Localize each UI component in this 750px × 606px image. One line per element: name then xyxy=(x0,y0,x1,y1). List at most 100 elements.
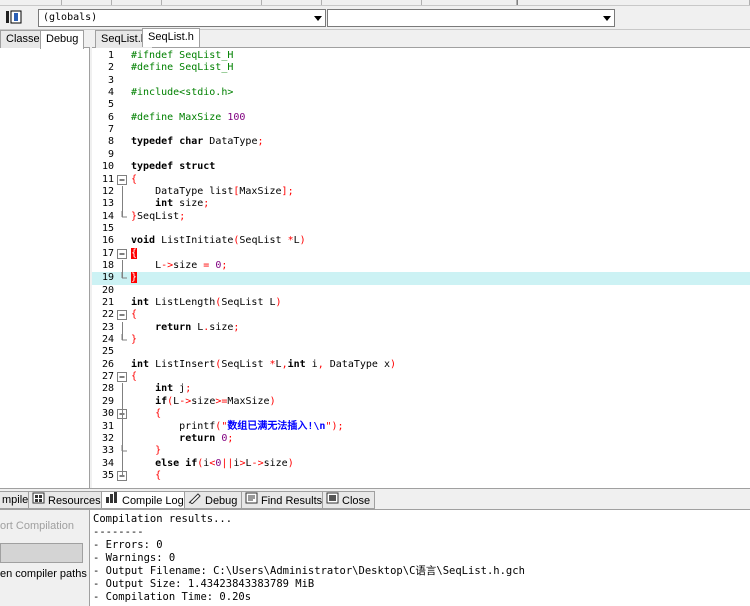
code-text: typedef char DataType; xyxy=(131,136,264,148)
code-line[interactable]: 11 { xyxy=(92,174,750,186)
code-line[interactable]: 23 return L.size; xyxy=(92,322,750,334)
code-line[interactable]: 1 #ifndef SeqList_H xyxy=(92,50,750,62)
code-line[interactable]: 31 printf("数组已满无法插入!\n"); xyxy=(92,421,750,433)
code-line[interactable]: 7 xyxy=(92,124,750,136)
line-number: 9 xyxy=(107,148,114,160)
code-text: #define SeqList_H xyxy=(131,62,234,74)
code-line[interactable]: 16 void ListInitiate(SeqList *L) xyxy=(92,235,750,247)
line-number: 17 xyxy=(101,247,114,259)
line-number: 35 xyxy=(101,469,114,481)
code-line[interactable]: 28 int j; xyxy=(92,383,750,395)
code-line[interactable]: 10 typedef struct xyxy=(92,161,750,173)
fold-guide xyxy=(122,259,123,279)
fold-guide xyxy=(122,420,123,452)
code-text: int size; xyxy=(155,198,210,210)
code-text: printf("数组已满无法插入!\n"); xyxy=(131,420,344,432)
toolbar-segment xyxy=(322,0,422,5)
fold-toggle-icon[interactable] xyxy=(116,174,128,186)
code-line[interactable]: 5 xyxy=(92,99,750,111)
code-line[interactable]: 20 xyxy=(92,285,750,297)
tab-seqlist-h-2[interactable]: SeqList.h xyxy=(142,28,200,47)
abort-compilation-label: ort Compilation xyxy=(0,520,74,532)
fold-toggle-icon[interactable] xyxy=(116,371,128,383)
tab-find-results[interactable]: Find Results xyxy=(241,491,328,509)
code-line[interactable]: 12 DataType list[MaxSize]; xyxy=(92,186,750,198)
main-toolbar: (globals) xyxy=(0,6,750,30)
code-line[interactable]: 22 { xyxy=(92,309,750,321)
line-number: 11 xyxy=(101,173,114,185)
tab-debug-bottom[interactable]: Debug xyxy=(184,491,243,509)
code-line[interactable]: 21 int ListLength(SeqList L) xyxy=(92,297,750,309)
tab-compile-log[interactable]: Compile Log xyxy=(101,491,189,509)
line-number: 26 xyxy=(101,358,114,370)
fold-toggle-icon[interactable] xyxy=(116,248,128,260)
compiler-controls: ort Compilation en compiler paths xyxy=(0,510,90,606)
code-line[interactable]: 26 int ListInsert(SeqList *L,int i, DataT… xyxy=(92,359,750,371)
code-line[interactable]: 2 #define SeqList_H xyxy=(92,62,750,74)
code-line[interactable]: 34 else if(i<0||i>L->size) xyxy=(92,458,750,470)
code-line[interactable]: 13 int size; xyxy=(92,198,750,210)
code-text: } xyxy=(155,445,162,457)
shorten-paths-label: en compiler paths xyxy=(0,568,87,580)
chevron-down-icon xyxy=(603,16,611,21)
log-line: - Warnings: 0 xyxy=(93,552,176,564)
line-number: 25 xyxy=(101,346,114,358)
code-line[interactable]: 33 } xyxy=(92,445,750,457)
code-line[interactable]: 30 { xyxy=(92,408,750,420)
toggle-view-icon[interactable] xyxy=(10,9,26,25)
fold-guide xyxy=(122,185,123,217)
code-line[interactable]: 6 #define MaxSize 100 xyxy=(92,112,750,124)
line-number: 14 xyxy=(101,210,114,222)
log-line: - Compilation Time: 0.20s xyxy=(93,591,252,603)
code-line[interactable]: 27 { xyxy=(92,371,750,383)
line-number: 1 xyxy=(107,50,114,61)
code-text: #ifndef SeqList_H xyxy=(131,50,234,61)
tab-debug-left[interactable]: Debug xyxy=(40,30,85,49)
line-number: 6 xyxy=(107,111,114,123)
scope-combo[interactable]: (globals) xyxy=(38,9,326,27)
code-line[interactable]: 8 typedef char DataType; xyxy=(92,136,750,148)
editor-tab-strip: SeqList.h SeqList.h xyxy=(92,28,750,48)
toolbar-segment xyxy=(62,0,112,5)
code-line[interactable]: 35 { xyxy=(92,470,750,482)
code-line[interactable]: 18 L->size = 0; xyxy=(92,260,750,272)
code-text: { xyxy=(131,173,138,185)
code-line[interactable]: 32 return 0; xyxy=(92,433,750,445)
code-text: if(L->size>=MaxSize) xyxy=(155,395,276,407)
code-text: else if(i<0||i>L->size) xyxy=(155,457,294,469)
toolbar-segment xyxy=(517,0,750,5)
code-line[interactable]: 3 xyxy=(92,75,750,87)
compile-log-icon xyxy=(105,492,119,510)
code-text: int ListLength(SeqList L) xyxy=(131,297,282,308)
code-line[interactable]: 4 #include<stdio.h> xyxy=(92,87,750,99)
abort-compilation-button[interactable]: ort Compilation xyxy=(0,516,84,536)
compile-log-output[interactable]: Compilation results... -------- - Errors: … xyxy=(90,510,750,606)
code-text: DataType list[MaxSize]; xyxy=(131,185,294,197)
code-text: L->size = 0; xyxy=(131,259,228,271)
tab-label: Debug xyxy=(205,494,238,507)
tab-close[interactable]: Close xyxy=(322,491,376,510)
code-area[interactable]: 1 #ifndef SeqList_H 2 #define SeqList_H 3 4 #i… xyxy=(92,50,750,488)
line-number: 31 xyxy=(101,420,114,432)
fold-toggle-icon[interactable] xyxy=(116,309,128,321)
code-line[interactable]: 9 xyxy=(92,149,750,161)
code-line[interactable]: 17 { xyxy=(92,247,750,260)
tab-label: SeqList.h xyxy=(148,31,194,43)
tab-resources[interactable]: Resources xyxy=(28,491,106,509)
code-text: int ListInsert(SeqList *L,int i, DataTyp… xyxy=(131,358,396,370)
code-line[interactable]: 15 xyxy=(92,223,750,235)
line-number: 30 xyxy=(101,408,114,420)
close-icon xyxy=(326,492,339,510)
code-line[interactable]: 25 xyxy=(92,346,750,358)
code-line[interactable]: 19} xyxy=(92,272,750,285)
line-number: 15 xyxy=(101,222,114,234)
code-editor: SeqList.h SeqList.h 1 #ifndef SeqList_H 2 #… xyxy=(92,28,750,488)
code-text: return L.size; xyxy=(155,321,240,333)
code-line[interactable]: 14}SeqList; xyxy=(92,210,750,223)
shorten-paths-checkbox[interactable]: en compiler paths xyxy=(0,568,87,580)
code-text: return 0; xyxy=(179,432,234,444)
code-line[interactable]: 29 if(L->size>=MaxSize) xyxy=(92,396,750,408)
symbol-combo[interactable] xyxy=(327,9,615,27)
line-number: 23 xyxy=(101,321,114,333)
code-line[interactable]: 24} xyxy=(92,334,750,346)
